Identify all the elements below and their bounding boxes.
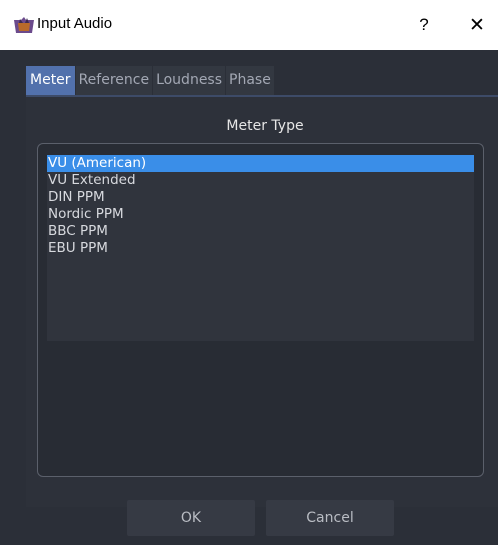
list-item-din-ppm[interactable]: DIN PPM	[47, 189, 474, 206]
list-item-nordic-ppm[interactable]: Nordic PPM	[47, 206, 474, 223]
ok-button[interactable]: OK	[127, 500, 255, 536]
app-icon	[14, 17, 34, 33]
list-item-vu-american[interactable]: VU (American)	[47, 155, 474, 172]
cancel-button[interactable]: Cancel	[266, 500, 394, 536]
tab-bar: Meter Reference Loudness Phase	[26, 66, 275, 96]
tab-reference[interactable]: Reference	[75, 66, 153, 96]
list-item-ebu-ppm[interactable]: EBU PPM	[47, 240, 474, 257]
list-item-vu-extended[interactable]: VU Extended	[47, 172, 474, 189]
tab-loudness[interactable]: Loudness	[153, 66, 226, 96]
tab-phase[interactable]: Phase	[226, 66, 274, 96]
meter-type-list[interactable]: VU (American) VU Extended DIN PPM Nordic…	[47, 155, 474, 341]
window-title: Input Audio	[37, 15, 113, 32]
input-audio-dialog: Input Audio ? ✕ Meter Reference Loudness…	[0, 0, 498, 545]
meter-type-heading: Meter Type	[226, 118, 304, 134]
tab-meter[interactable]: Meter	[26, 66, 75, 96]
close-button[interactable]: ✕	[460, 10, 494, 40]
help-button[interactable]: ?	[410, 12, 438, 38]
title-bar: Input Audio ? ✕	[0, 0, 498, 50]
list-item-bbc-ppm[interactable]: BBC PPM	[47, 223, 474, 240]
